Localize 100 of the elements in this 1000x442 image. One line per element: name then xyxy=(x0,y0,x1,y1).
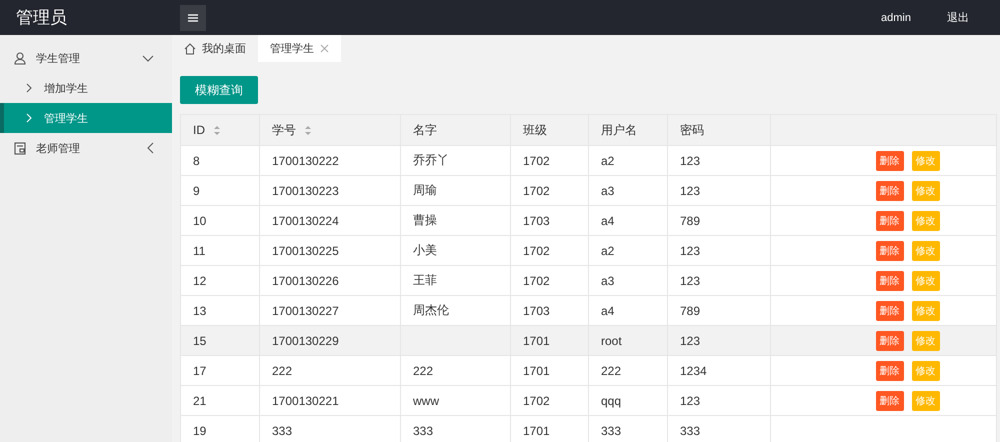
column-header[interactable]: 学号 xyxy=(272,122,312,138)
table-cell: 12 xyxy=(193,274,206,288)
edit-button[interactable]: 修改 xyxy=(912,150,940,170)
column-header: 密码 xyxy=(680,122,704,138)
table-cell: 1700130227 xyxy=(272,304,339,318)
table-cell: 1701 xyxy=(523,334,550,348)
table-cell: 222 xyxy=(601,364,622,378)
column-header: 班级 xyxy=(523,122,547,138)
table-cell: qqq xyxy=(601,394,622,408)
table-cell: a3 xyxy=(601,184,614,198)
sort-icon xyxy=(304,126,312,134)
menu-button[interactable] xyxy=(180,4,206,30)
sidebar-item[interactable]: 学生管理 xyxy=(0,43,172,73)
delete-button[interactable]: 删除 xyxy=(876,390,904,410)
table-cell: 123 xyxy=(680,394,700,408)
table-cell: 789 xyxy=(680,304,700,318)
delete-button[interactable]: 删除 xyxy=(876,150,904,170)
delete-button[interactable]: 删除 xyxy=(876,360,904,380)
table-cell: 曹操 xyxy=(413,213,437,227)
table-cell: 333 xyxy=(680,424,700,438)
table-cell: 123 xyxy=(680,244,700,258)
table-cell: 10 xyxy=(193,214,206,228)
close-icon xyxy=(320,44,329,53)
table-cell: 1700130221 xyxy=(272,394,339,408)
column-header: 名字 xyxy=(413,122,437,138)
table-cell: 123 xyxy=(680,184,700,198)
search-button[interactable]: 模糊查询 xyxy=(180,76,258,104)
table-cell: 乔乔丫 xyxy=(413,153,449,167)
table-cell: a3 xyxy=(601,274,614,288)
table-cell: 1700130222 xyxy=(272,154,339,168)
person-icon xyxy=(14,52,26,64)
sidebar-subitem[interactable]: 管理学生 xyxy=(0,103,172,133)
edit-button[interactable]: 修改 xyxy=(912,180,940,200)
table-cell: 19 xyxy=(193,424,206,438)
table-cell: 1700130229 xyxy=(272,334,339,348)
table-cell: 21 xyxy=(193,394,206,408)
table-cell: 1234 xyxy=(680,364,707,378)
table-cell: 1702 xyxy=(523,154,550,168)
column-header[interactable]: ID xyxy=(193,123,221,137)
table-cell: 11 xyxy=(193,244,206,258)
table-cell: 1702 xyxy=(523,184,550,198)
edit-button[interactable]: 修改 xyxy=(912,240,940,260)
delete-button[interactable]: 删除 xyxy=(876,270,904,290)
table-cell: www xyxy=(413,394,439,408)
delete-button[interactable]: 删除 xyxy=(876,330,904,350)
chevron-icon xyxy=(26,113,32,123)
table-cell: 17 xyxy=(193,364,206,378)
edit-button[interactable]: 修改 xyxy=(912,300,940,320)
table-cell: a2 xyxy=(601,244,614,258)
table-cell: 13 xyxy=(193,304,206,318)
table-cell: 王菲 xyxy=(413,273,437,287)
table-cell: 1700130224 xyxy=(272,214,339,228)
table-cell: 123 xyxy=(680,334,700,348)
logout-link[interactable]: 退出 xyxy=(947,10,969,25)
edit-button[interactable]: 修改 xyxy=(912,330,940,350)
app-title: 管理员 xyxy=(15,7,68,29)
table-cell: 周瑜 xyxy=(413,183,437,197)
edit-button[interactable]: 修改 xyxy=(912,270,940,290)
table-cell: 1702 xyxy=(523,274,550,288)
table-cell: 1701 xyxy=(523,424,550,438)
table-cell: 1703 xyxy=(523,304,550,318)
delete-button[interactable]: 删除 xyxy=(876,300,904,320)
edit-button[interactable]: 修改 xyxy=(912,390,940,410)
card-icon xyxy=(14,142,26,154)
table-cell: 1702 xyxy=(523,394,550,408)
table-cell: 333 xyxy=(413,424,434,438)
sidebar-subitem[interactable]: 增加学生 xyxy=(0,73,172,103)
table-cell: 1700130223 xyxy=(272,184,339,198)
sort-icon xyxy=(213,126,221,134)
table-cell: 123 xyxy=(680,154,700,168)
menu-icon xyxy=(187,12,199,22)
table-cell: a4 xyxy=(601,304,614,318)
table-cell: 1703 xyxy=(523,214,550,228)
column-header: 用户名 xyxy=(601,122,637,138)
edit-button[interactable]: 修改 xyxy=(912,210,940,230)
table-cell: 1700130225 xyxy=(272,244,339,258)
tab[interactable]: 我的桌面 xyxy=(172,35,258,62)
table-cell: 1701 xyxy=(523,364,550,378)
delete-button[interactable]: 删除 xyxy=(876,180,904,200)
table-cell: 1702 xyxy=(523,244,550,258)
table-cell: 333 xyxy=(272,424,292,438)
table-cell: 8 xyxy=(193,154,200,168)
user-link[interactable]: admin xyxy=(881,12,911,24)
tab[interactable]: 管理学生 xyxy=(258,35,341,62)
delete-button[interactable]: 删除 xyxy=(876,210,904,230)
table-cell: 9 xyxy=(193,184,200,198)
table-cell: 222 xyxy=(272,364,292,378)
edit-button[interactable]: 修改 xyxy=(912,360,940,380)
table-cell: 周杰伦 xyxy=(413,303,449,317)
table-cell: 15 xyxy=(193,334,206,348)
table-cell: a2 xyxy=(601,154,614,168)
table-cell: 789 xyxy=(680,214,700,228)
table-cell: 333 xyxy=(601,424,622,438)
home-icon xyxy=(184,42,196,54)
sidebar-item[interactable]: 老师管理 xyxy=(0,133,172,163)
table-cell: 小美 xyxy=(413,243,437,257)
delete-button[interactable]: 删除 xyxy=(876,240,904,260)
table-cell: a4 xyxy=(601,214,614,228)
chevron-icon xyxy=(26,83,32,93)
table-cell: 123 xyxy=(680,274,700,288)
